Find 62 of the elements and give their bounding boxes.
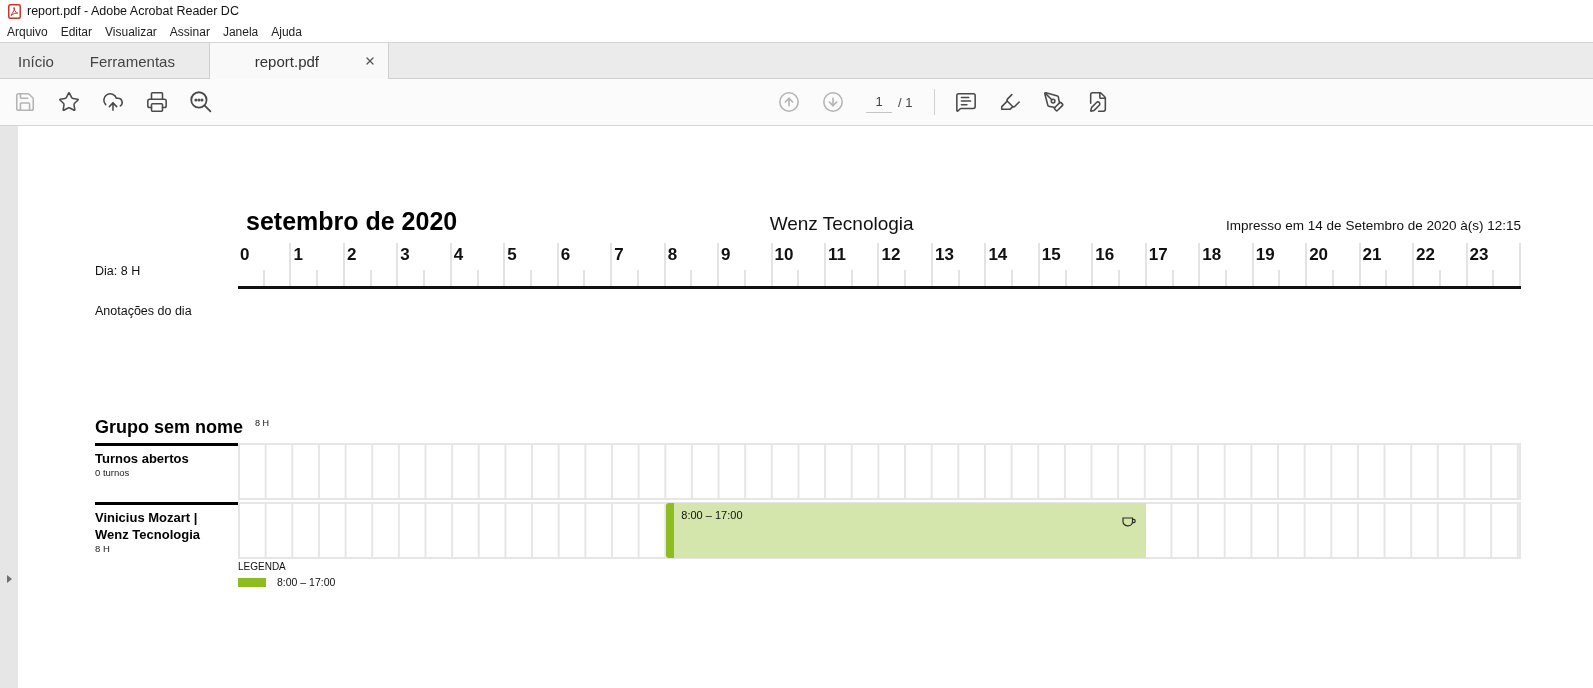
group-total: 8 H [255,417,270,429]
save-icon [14,91,36,113]
hour-label: 5 [507,244,517,266]
notes-label: Anotações do dia [95,303,192,319]
hour-label: 7 [614,244,624,266]
month-title: setembro de 2020 [246,207,458,236]
menu-item[interactable]: Assinar [169,25,210,39]
window-title: report.pdf - Adobe Acrobat Reader DC [27,4,239,18]
menu-item[interactable]: Janela [222,25,259,39]
hour-label: 13 [934,244,954,266]
group-name: Grupo sem nome [95,416,244,438]
cloud-upload-icon [102,91,124,113]
star-icon [58,91,80,113]
hour-label: 17 [1148,244,1168,266]
hour-label: 14 [988,244,1008,266]
hour-label: 15 [1041,244,1061,266]
zoom-icon [190,91,212,113]
hour-label: 12 [881,244,901,266]
hour-label: 8 [667,244,678,266]
row-detail: 0 turnos [95,467,130,478]
menu-item[interactable]: Visualizar [105,25,157,39]
printed-date: Impresso em 14 de Setembro de 2020 à(s) 12:15 [1226,218,1521,233]
menu-item[interactable]: Editar [60,25,93,39]
hour-label: 20 [1309,244,1329,266]
hour-label: 19 [1255,244,1275,266]
arrow-down-icon [822,91,844,113]
hour-label: 0 [240,244,250,266]
row-name: Vinicius Mozart | Wenz Tecnologia [95,509,201,543]
shift-time: 8:00 – 17:00 [681,509,743,522]
legend-label: 8:00 – 17:00 [277,576,336,588]
page-count: / 1 [898,94,913,110]
printer-icon [146,91,168,113]
pen-nib-icon [1043,91,1066,113]
hour-label: 3 [400,244,410,266]
hour-label: 4 [453,244,464,266]
comment-icon [955,91,978,113]
row-detail: 8 H [95,543,110,554]
tab[interactable]: Ferramentas [71,43,193,79]
hour-label: 9 [721,244,731,266]
day-total: Dia: 8 H [95,263,142,280]
menu-item[interactable]: Arquivo [7,25,48,39]
highlighter-icon [999,91,1022,113]
page-number-field[interactable]: 1 [866,91,892,113]
legend-title: LEGENDA [238,561,286,573]
hour-label: 21 [1362,244,1382,266]
hour-label: 1 [293,244,303,266]
hour-label: 11 [828,244,846,266]
arrow-up-icon [778,91,800,113]
row-name: Turnos abertos [95,450,189,467]
tab[interactable]: Início [0,43,72,79]
tab[interactable]: report.pdf [208,43,389,79]
pdf-file-icon [8,3,21,19]
hour-label: 18 [1202,244,1222,266]
hour-label: 2 [346,244,357,266]
expand-icon[interactable] [6,575,12,583]
hour-label: 6 [560,244,571,266]
hour-label: 22 [1416,244,1435,266]
company-name: Wenz Tecnologia [769,213,914,235]
hour-label: 16 [1095,244,1115,266]
menu-item[interactable]: Ajuda [271,25,302,39]
hour-label: 23 [1469,244,1489,266]
hour-label: 10 [774,244,794,266]
